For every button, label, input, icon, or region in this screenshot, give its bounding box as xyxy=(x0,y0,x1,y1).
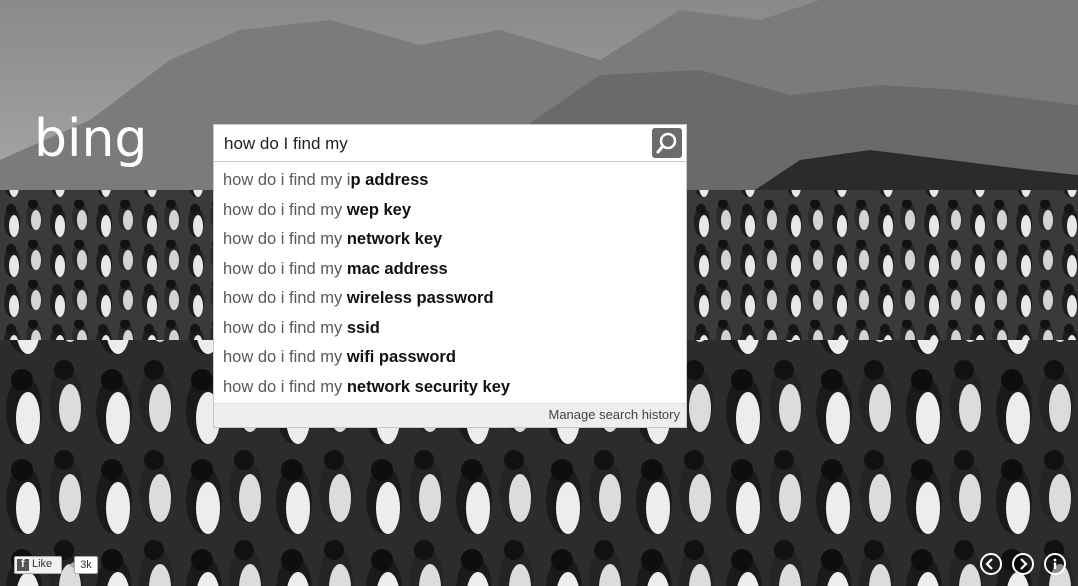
suggestion-item[interactable]: how do i find my wifi password xyxy=(223,343,456,371)
suggestion-completion: network security key xyxy=(346,378,511,396)
chevron-left-icon xyxy=(985,558,993,570)
facebook-icon: f xyxy=(17,558,29,571)
like-count: 3k xyxy=(69,556,98,574)
search-icon xyxy=(656,132,677,154)
suggestion-completion: network key xyxy=(346,230,443,248)
suggestion-item[interactable]: how do i find my network security key xyxy=(223,373,510,401)
suggestion-item[interactable]: how do i find my network key xyxy=(223,225,442,253)
chevron-right-icon xyxy=(1020,558,1028,570)
suggestion-completion: wireless password xyxy=(346,289,494,307)
suggestion-list: how do i find my ip address how do i fin… xyxy=(213,162,687,428)
suggestion-prefix: how do i find my xyxy=(223,201,347,219)
suggestion-item[interactable]: how do i find my wireless password xyxy=(223,284,494,312)
suggestion-completion: mac address xyxy=(346,260,448,278)
suggestion-prefix: how do i find my xyxy=(223,348,347,366)
suggestion-item[interactable]: how do i find my mac address xyxy=(223,255,448,283)
suggestion-prefix: how do i find my xyxy=(223,230,347,248)
svg-text:bing: bing xyxy=(34,112,147,169)
homepage: bing how do i find my ip address how do … xyxy=(0,0,1078,586)
suggestion-completion: p address xyxy=(350,171,429,189)
suggestion-prefix: how do i find my i xyxy=(223,171,351,189)
manage-history-bar: Manage search history xyxy=(214,403,686,427)
search-box xyxy=(213,124,687,162)
like-label: Like xyxy=(32,558,53,570)
suggestion-completion: ssid xyxy=(346,319,380,337)
suggestion-prefix: how do i find my xyxy=(223,289,347,307)
suggestion-prefix: how do i find my xyxy=(223,319,347,337)
suggestion-prefix: how do i find my xyxy=(223,378,347,396)
facebook-like-button[interactable]: f Like xyxy=(14,556,62,574)
suggestion-item[interactable]: how do i find my ssid xyxy=(223,314,380,342)
suggestion-prefix: how do i find my xyxy=(223,260,347,278)
previous-image-button[interactable] xyxy=(980,553,1002,575)
suggestion-completion: wifi password xyxy=(346,348,456,366)
bing-logo: bing xyxy=(34,112,147,169)
search-button[interactable] xyxy=(652,128,682,158)
suggestion-item[interactable]: how do i find my ip address xyxy=(223,166,428,194)
info-icon xyxy=(1053,558,1057,569)
search-input[interactable] xyxy=(224,131,644,157)
image-info-button[interactable] xyxy=(1044,553,1066,575)
suggestion-completion: wep key xyxy=(346,201,412,219)
next-image-button[interactable] xyxy=(1012,553,1034,575)
suggestion-item[interactable]: how do i find my wep key xyxy=(223,196,411,224)
manage-history-link[interactable]: Manage search history xyxy=(548,407,680,422)
